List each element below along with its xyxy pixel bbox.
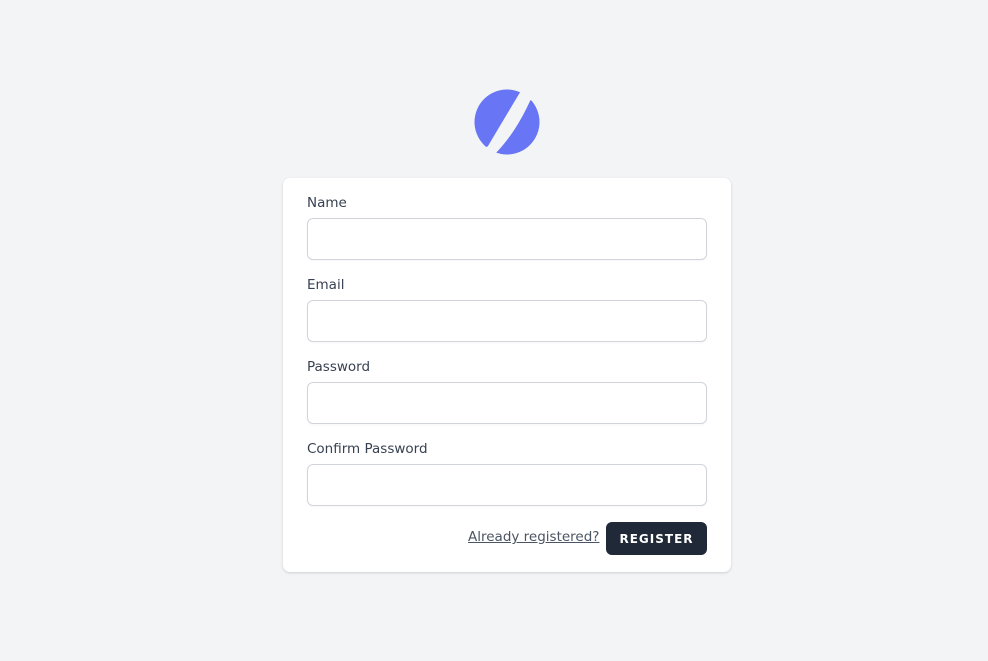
planet-logo-icon xyxy=(474,89,540,155)
email-label: Email xyxy=(307,277,345,293)
register-card: Name Email Password Confirm Password Alr… xyxy=(283,178,731,572)
password-input[interactable] xyxy=(307,382,707,424)
password-label: Password xyxy=(307,359,371,375)
already-registered-link[interactable]: Already registered? xyxy=(468,529,599,545)
email-input[interactable] xyxy=(307,300,707,342)
confirm-password-input[interactable] xyxy=(307,464,707,506)
app-logo[interactable] xyxy=(474,89,540,155)
register-button[interactable]: REGISTER xyxy=(606,522,707,555)
name-input[interactable] xyxy=(307,218,707,260)
name-label: Name xyxy=(307,195,347,211)
confirm-password-label: Confirm Password xyxy=(307,441,428,457)
